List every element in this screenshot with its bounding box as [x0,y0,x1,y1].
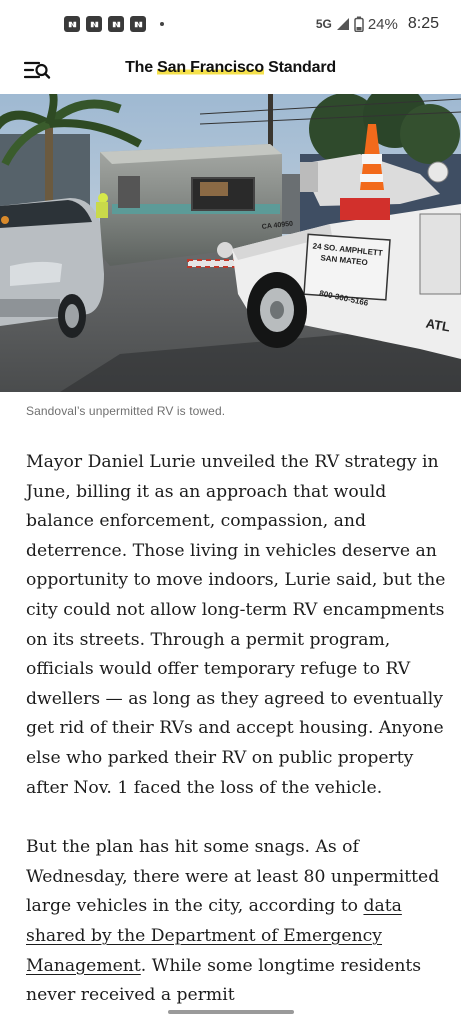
clock: 8:25 [407,15,439,32]
logo-suffix: Standard [263,59,336,76]
article-paragraph-1: Mayor Daniel Lurie unveiled the RV strat… [26,452,446,798]
news-notification-icon [108,16,124,32]
article-body: Mayor Daniel Lurie unveiled the RV strat… [26,448,446,1024]
article-paragraph-2: But the plan has hit some snags. As of W… [26,833,446,1011]
system-indicators: 5G 24% 8:25 [316,15,439,33]
news-notification-icon [86,16,102,32]
battery-percent: 24% [367,15,398,33]
home-indicator[interactable] [168,1010,294,1014]
news-notification-icon [64,16,80,32]
rv-tow-photo: 24 SO. AMPHLETT SAN MATEO CA 40950 800-3… [0,94,461,392]
more-notifications-dot [160,22,164,26]
app-header: The San Francisco Standard [0,48,461,94]
status-bar: 5G 24% 8:25 [0,0,461,48]
photo-caption: Sandoval’s unpermitted RV is towed. [26,404,226,418]
news-notification-icon [130,16,146,32]
logo-highlight: San Francisco [157,59,264,76]
signal-icon [336,17,350,31]
site-logo[interactable]: The San Francisco Standard [0,59,461,77]
notification-icons [64,16,164,32]
network-type: 5G [315,17,332,31]
article-photo: 24 SO. AMPHLETT SAN MATEO CA 40950 800-3… [0,94,461,392]
logo-prefix: The [125,59,158,76]
battery-icon [354,16,364,32]
